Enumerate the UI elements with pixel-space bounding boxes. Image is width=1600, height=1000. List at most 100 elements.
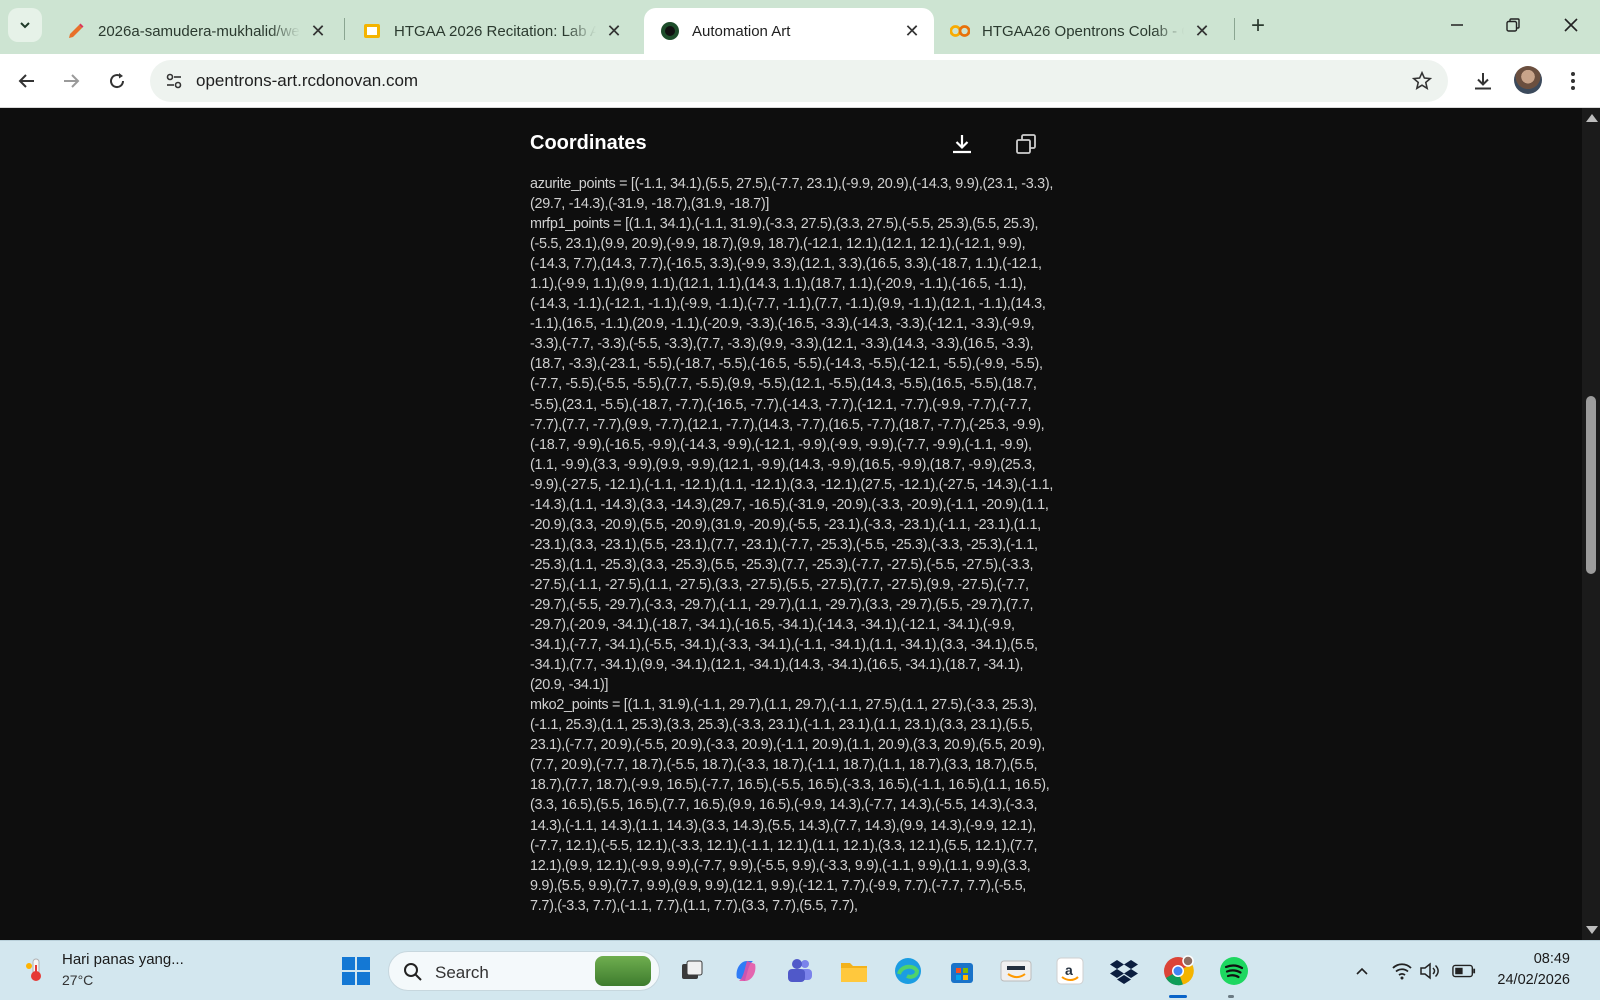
close-icon[interactable]: ✕	[902, 21, 922, 41]
copy-button[interactable]	[1006, 124, 1046, 164]
mko2-points-line: mko2_points = [(1.1, 31.9),(-1.1, 29.7),…	[530, 697, 1050, 914]
store-icon	[951, 963, 973, 983]
dropbox-button[interactable]	[1106, 953, 1142, 989]
wifi-status[interactable]	[1390, 959, 1414, 983]
scroll-down-arrow-icon[interactable]	[1586, 926, 1598, 934]
search-icon	[404, 963, 422, 981]
chrome-icon	[1164, 955, 1194, 986]
slides-icon	[362, 21, 382, 41]
close-icon[interactable]: ✕	[308, 21, 328, 41]
more-vert-icon	[1571, 72, 1575, 90]
site-info-icon[interactable]	[162, 69, 186, 93]
folder-icon	[841, 963, 867, 982]
colab-icon	[950, 21, 970, 41]
search-label: Search	[435, 963, 489, 982]
edge-button[interactable]	[890, 953, 926, 989]
tab-separator	[1234, 18, 1235, 40]
site-icon	[660, 21, 680, 41]
tab-title: HTGAA26 Opentrons Colab - Co	[982, 22, 1184, 40]
spotify-icon	[1220, 957, 1248, 985]
menu-button[interactable]	[1556, 64, 1590, 98]
wifi-icon	[1392, 963, 1412, 980]
close-icon[interactable]: ✕	[1192, 21, 1212, 41]
forward-button[interactable]	[54, 64, 88, 98]
show-hidden-icons-button[interactable]	[1350, 959, 1374, 983]
minimize-button[interactable]	[1434, 6, 1480, 44]
task-view-icon	[682, 960, 703, 979]
amazon-a-icon: a	[1056, 957, 1084, 985]
tab-automation-art[interactable]: Automation Art ✕	[644, 8, 934, 54]
coordinates-text: azurite_points = [(-1.1, 34.1),(5.5, 27.…	[530, 174, 1054, 916]
restore-button[interactable]	[1490, 6, 1536, 44]
battery-icon	[1452, 964, 1476, 978]
clock-date[interactable]: 24/02/2026	[1484, 972, 1570, 988]
taskbar: Hari panas yang... 27°C Search a 08:49 2…	[0, 940, 1600, 1000]
tab-separator	[344, 18, 345, 40]
taskbar-search[interactable]: Search	[388, 951, 660, 991]
store-button[interactable]	[944, 953, 980, 989]
close-window-button[interactable]	[1548, 6, 1594, 44]
bookmark-star-icon[interactable]	[1410, 69, 1434, 93]
pencil-icon	[66, 21, 86, 41]
copy-icon	[1016, 134, 1036, 154]
spotify-button[interactable]	[1216, 953, 1252, 989]
amazon-icon	[1000, 960, 1032, 982]
thermometer-icon[interactable]	[22, 956, 50, 984]
profile-avatar[interactable]	[1514, 66, 1542, 94]
mrfp1-points-line: mrfp1_points = [(1.1, 34.1),(-1.1, 31.9)…	[530, 216, 1054, 694]
copilot-icon	[736, 961, 756, 981]
arrow-left-icon	[18, 74, 34, 88]
search-highlight-icon	[595, 956, 651, 986]
windows-logo-icon	[342, 957, 370, 985]
arrow-right-icon	[64, 74, 80, 88]
spotify-running-indicator	[1228, 995, 1234, 998]
clock-time[interactable]: 08:49	[1500, 951, 1570, 967]
tab-strip: 2026a-samudera-mukhalid/wel ✕ HTGAA 2026…	[0, 0, 1600, 54]
minimize-icon	[1451, 24, 1463, 26]
chrome-button[interactable]	[1160, 953, 1196, 989]
reload-button[interactable]	[100, 64, 134, 98]
scroll-thumb[interactable]	[1586, 396, 1596, 574]
tab-search-button[interactable]	[8, 8, 42, 42]
start-button[interactable]	[338, 953, 374, 989]
battery-status[interactable]	[1452, 959, 1476, 983]
tab-2026a-samudera[interactable]: 2026a-samudera-mukhalid/wel ✕	[50, 8, 340, 54]
volume-status[interactable]	[1418, 959, 1442, 983]
copilot-button[interactable]	[728, 953, 764, 989]
amazon-shopping-button[interactable]	[998, 953, 1034, 989]
download-icon	[1475, 73, 1491, 90]
page-content: Coordinates azurite_points = [(-1.1, 34.…	[0, 108, 1582, 940]
tab-htgaa-colab[interactable]: HTGAA26 Opentrons Colab - Co ✕	[934, 8, 1224, 54]
teams-button[interactable]	[782, 953, 818, 989]
back-button[interactable]	[10, 64, 44, 98]
file-explorer-button[interactable]	[836, 953, 872, 989]
panel-title: Coordinates	[530, 132, 647, 154]
azurite-points-line: azurite_points = [(-1.1, 34.1),(5.5, 27.…	[530, 176, 1054, 213]
download-icon	[953, 135, 971, 154]
weather-title[interactable]: Hari panas yang...	[62, 951, 184, 968]
close-icon[interactable]: ✕	[604, 21, 624, 41]
close-icon	[1564, 18, 1578, 32]
chevron-down-icon	[20, 22, 30, 29]
amazon-button[interactable]: a	[1052, 953, 1088, 989]
svg-text:a: a	[1065, 962, 1073, 978]
speaker-icon	[1420, 962, 1439, 980]
restore-icon	[1506, 18, 1520, 32]
page-scrollbar[interactable]	[1582, 108, 1600, 940]
scroll-up-arrow-icon[interactable]	[1586, 114, 1598, 122]
dropbox-icon	[1110, 960, 1138, 984]
tab-htgaa-recitation[interactable]: HTGAA 2026 Recitation: Lab Au ✕	[346, 8, 636, 54]
new-tab-button[interactable]: +	[1244, 12, 1272, 40]
address-bar[interactable]: opentrons-art.rcdonovan.com	[150, 60, 1448, 102]
chevron-up-icon	[1356, 967, 1368, 975]
download-button[interactable]	[942, 124, 982, 164]
task-view-button[interactable]	[674, 953, 710, 989]
chrome-active-indicator	[1169, 995, 1187, 998]
weather-temperature[interactable]: 27°C	[62, 972, 93, 988]
teams-icon	[788, 959, 812, 982]
downloads-button[interactable]	[1466, 64, 1500, 98]
tab-title: Automation Art	[692, 22, 791, 40]
edge-icon	[895, 958, 921, 984]
url-text: opentrons-art.rcdonovan.com	[196, 71, 419, 90]
tab-title: 2026a-samudera-mukhalid/wel	[98, 22, 300, 40]
